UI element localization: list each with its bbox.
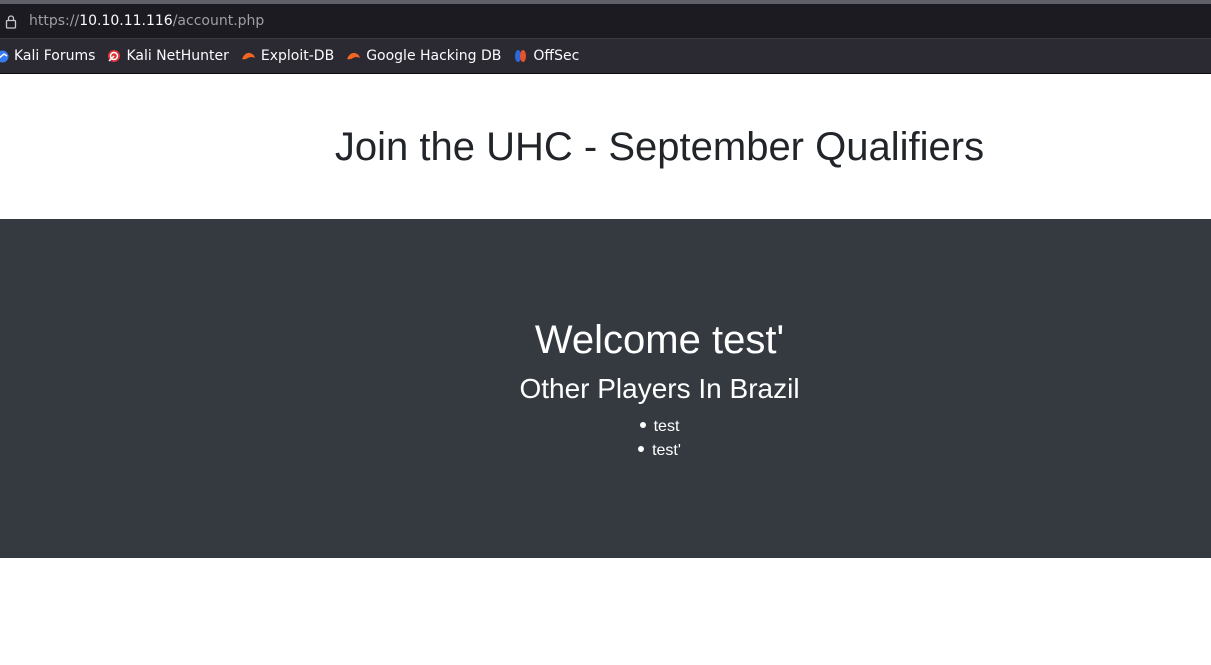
bookmark-label: Kali NetHunter <box>126 48 229 64</box>
bookmark-exploit-db[interactable]: Exploit-DB <box>241 39 334 73</box>
players-list: test test' <box>0 415 1211 463</box>
offsec-icon <box>515 50 527 62</box>
bookmark-label: Kali Forums <box>14 48 96 64</box>
url-text[interactable]: https://10.10.11.116/account.php <box>29 13 264 29</box>
page-title: Join the UHC - September Qualifiers <box>334 125 985 169</box>
exploit-db-icon <box>241 52 255 60</box>
address-bar[interactable]: https://10.10.11.116/account.php <box>0 4 1211 39</box>
list-item: test <box>0 415 1211 439</box>
google-hacking-db-icon <box>347 52 361 60</box>
bookmark-kali-forums[interactable]: Kali Forums <box>0 39 95 73</box>
url-scheme: https:// <box>29 13 80 29</box>
list-item: test' <box>0 439 1211 463</box>
account-section: Welcome test' Other Players In Brazil te… <box>0 219 1211 558</box>
bookmark-label: OffSec <box>533 48 580 64</box>
bookmark-label: Exploit-DB <box>260 48 335 64</box>
bookmarks-toolbar: Kali Forums Kali NetHunter Exploit-DB Go… <box>0 39 1211 74</box>
page-header: Join the UHC - September Qualifiers <box>0 74 1211 219</box>
bookmark-label: Google Hacking DB <box>366 48 502 64</box>
url-path: /account.php <box>172 13 265 29</box>
lock-icon[interactable] <box>2 4 20 38</box>
bookmark-google-hacking-db[interactable]: Google Hacking DB <box>346 39 501 73</box>
welcome-heading: Welcome test' <box>534 318 785 362</box>
bookmark-offsec[interactable]: OffSec <box>513 39 579 73</box>
bookmark-kali-nethunter[interactable]: Kali NetHunter <box>107 39 229 73</box>
url-host: 10.10.11.116 <box>79 13 173 29</box>
kali-forums-icon <box>0 50 9 62</box>
kali-nethunter-icon <box>108 50 121 62</box>
players-subtitle: Other Players In Brazil <box>519 373 800 404</box>
